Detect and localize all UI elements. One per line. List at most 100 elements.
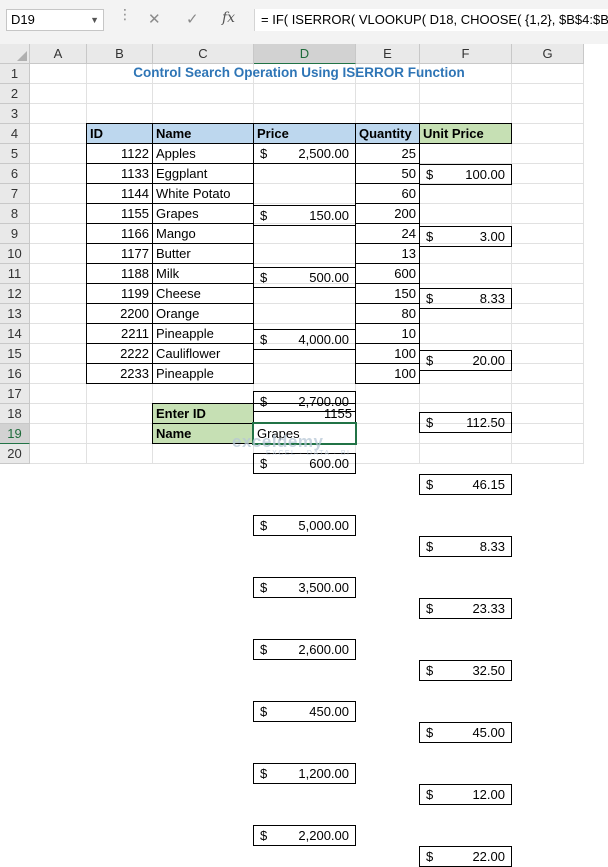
row-header-17[interactable]: 17 — [0, 384, 30, 404]
row-header-7[interactable]: 7 — [0, 184, 30, 204]
table-cell-price[interactable]: $2,200.00 — [253, 825, 356, 846]
table-cell-price[interactable]: $5,000.00 — [253, 515, 356, 536]
row-header-6[interactable]: 6 — [0, 164, 30, 184]
row-header-3[interactable]: 3 — [0, 104, 30, 124]
chevron-down-icon[interactable]: ▼ — [90, 10, 99, 30]
table-cell-quantity[interactable]: 60 — [355, 183, 420, 204]
table-cell-quantity[interactable]: 100 — [355, 363, 420, 384]
row-header-20[interactable]: 20 — [0, 444, 30, 464]
row-header-13[interactable]: 13 — [0, 304, 30, 324]
table-cell-id[interactable]: 1155 — [86, 203, 153, 224]
currency-symbol: $ — [260, 146, 268, 161]
table-cell-id[interactable]: 2222 — [86, 343, 153, 364]
spreadsheet-grid[interactable]: A B C D E F G 1 2 3 4 5 6 7 8 9 10 11 12 13 14 15 16 17 18 19 20 Co… — [0, 44, 584, 867]
column-header-a[interactable]: A — [30, 44, 87, 64]
table-cell-quantity[interactable]: 150 — [355, 283, 420, 304]
table-cell-unit-price[interactable]: $8.33 — [419, 288, 512, 309]
table-cell-unit-price[interactable]: $23.33 — [419, 598, 512, 619]
table-cell-price[interactable]: $450.00 — [253, 701, 356, 722]
table-cell-quantity[interactable]: 80 — [355, 303, 420, 324]
row-header-11[interactable]: 11 — [0, 264, 30, 284]
table-cell-id[interactable]: 1177 — [86, 243, 153, 264]
table-cell-price[interactable]: $4,000.00 — [253, 329, 356, 350]
table-cell-id[interactable]: 1188 — [86, 263, 153, 284]
table-cell-unit-price[interactable]: $12.00 — [419, 784, 512, 805]
table-cell-id[interactable]: 2200 — [86, 303, 153, 324]
table-cell-name[interactable]: Pineapple — [152, 363, 254, 384]
price-value: 2,500.00 — [298, 146, 349, 161]
column-header-c[interactable]: C — [153, 44, 254, 64]
row-header-1[interactable]: 1 — [0, 64, 30, 84]
name-box-value: D19 — [11, 12, 35, 27]
table-cell-id[interactable]: 1122 — [86, 143, 153, 164]
table-cell-price[interactable]: $2,600.00 — [253, 639, 356, 660]
table-cell-price[interactable]: $2,500.00 — [253, 143, 356, 164]
column-header-d[interactable]: D — [254, 44, 356, 64]
table-cell-price[interactable]: $1,200.00 — [253, 763, 356, 784]
table-cell-quantity[interactable]: 13 — [355, 243, 420, 264]
table-cell-quantity[interactable]: 100 — [355, 343, 420, 364]
table-cell-unit-price[interactable]: $112.50 — [419, 412, 512, 433]
currency-symbol: $ — [426, 725, 434, 740]
table-cell-unit-price[interactable]: $46.15 — [419, 474, 512, 495]
row-header-19[interactable]: 19 — [0, 424, 30, 444]
name-box[interactable]: D19 ▼ — [6, 9, 104, 31]
table-cell-quantity[interactable]: 600 — [355, 263, 420, 284]
table-cell-name[interactable]: Grapes — [152, 203, 254, 224]
table-cell-name[interactable]: Orange — [152, 303, 254, 324]
table-cell-name[interactable]: Cheese — [152, 283, 254, 304]
row-header-4[interactable]: 4 — [0, 124, 30, 144]
table-cell-price[interactable]: $150.00 — [253, 205, 356, 226]
table-cell-unit-price[interactable]: $8.33 — [419, 536, 512, 557]
table-cell-name[interactable]: Butter — [152, 243, 254, 264]
select-all-button[interactable] — [0, 44, 30, 64]
column-header-e[interactable]: E — [356, 44, 420, 64]
table-cell-id[interactable]: 1133 — [86, 163, 153, 184]
table-cell-id[interactable]: 1199 — [86, 283, 153, 304]
row-header-10[interactable]: 10 — [0, 244, 30, 264]
price-value: 4,000.00 — [298, 332, 349, 347]
column-header-g[interactable]: G — [512, 44, 584, 64]
row-header-8[interactable]: 8 — [0, 204, 30, 224]
table-cell-name[interactable]: Apples — [152, 143, 254, 164]
table-cell-price[interactable]: $3,500.00 — [253, 577, 356, 598]
table-cell-id[interactable]: 1144 — [86, 183, 153, 204]
table-cell-unit-price[interactable]: $20.00 — [419, 350, 512, 371]
row-header-16[interactable]: 16 — [0, 364, 30, 384]
table-cell-unit-price[interactable]: $32.50 — [419, 660, 512, 681]
column-header-f[interactable]: F — [420, 44, 512, 64]
table-cell-quantity[interactable]: 24 — [355, 223, 420, 244]
table-cell-id[interactable]: 2211 — [86, 323, 153, 344]
row-header-15[interactable]: 15 — [0, 344, 30, 364]
row-header-2[interactable]: 2 — [0, 84, 30, 104]
table-cell-id[interactable]: 2233 — [86, 363, 153, 384]
formula-input[interactable]: = IF( ISERROR( VLOOKUP( D18, CHOOSE( {1,… — [254, 9, 608, 31]
enter-icon[interactable]: ✓ — [186, 10, 199, 28]
table-cell-quantity[interactable]: 200 — [355, 203, 420, 224]
table-cell-unit-price[interactable]: $3.00 — [419, 226, 512, 247]
row-header-14[interactable]: 14 — [0, 324, 30, 344]
column-header-b[interactable]: B — [87, 44, 153, 64]
insert-function-icon[interactable]: fx — [222, 10, 235, 26]
table-cell-name[interactable]: White Potato — [152, 183, 254, 204]
table-cell-unit-price[interactable]: $22.00 — [419, 846, 512, 867]
table-cell-name[interactable]: Cauliflower — [152, 343, 254, 364]
table-cell-id[interactable]: 1166 — [86, 223, 153, 244]
table-cell-name[interactable]: Pineapple — [152, 323, 254, 344]
row-header-18[interactable]: 18 — [0, 404, 30, 424]
enter-id-input[interactable]: 1155 — [253, 403, 356, 424]
table-cell-name[interactable]: Milk — [152, 263, 254, 284]
row-header-12[interactable]: 12 — [0, 284, 30, 304]
table-cell-name[interactable]: Eggplant — [152, 163, 254, 184]
table-cell-quantity[interactable]: 50 — [355, 163, 420, 184]
table-cell-price[interactable]: $500.00 — [253, 267, 356, 288]
row-header-9[interactable]: 9 — [0, 224, 30, 244]
table-cell-quantity[interactable]: 25 — [355, 143, 420, 164]
table-cell-unit-price[interactable]: $100.00 — [419, 164, 512, 185]
cancel-icon[interactable]: ✕ — [148, 10, 161, 28]
row-header-5[interactable]: 5 — [0, 144, 30, 164]
table-cell-unit-price[interactable]: $45.00 — [419, 722, 512, 743]
table-cell-quantity[interactable]: 10 — [355, 323, 420, 344]
table-cell-name[interactable]: Mango — [152, 223, 254, 244]
drag-handle-icon[interactable]: ⋮ — [118, 7, 132, 21]
